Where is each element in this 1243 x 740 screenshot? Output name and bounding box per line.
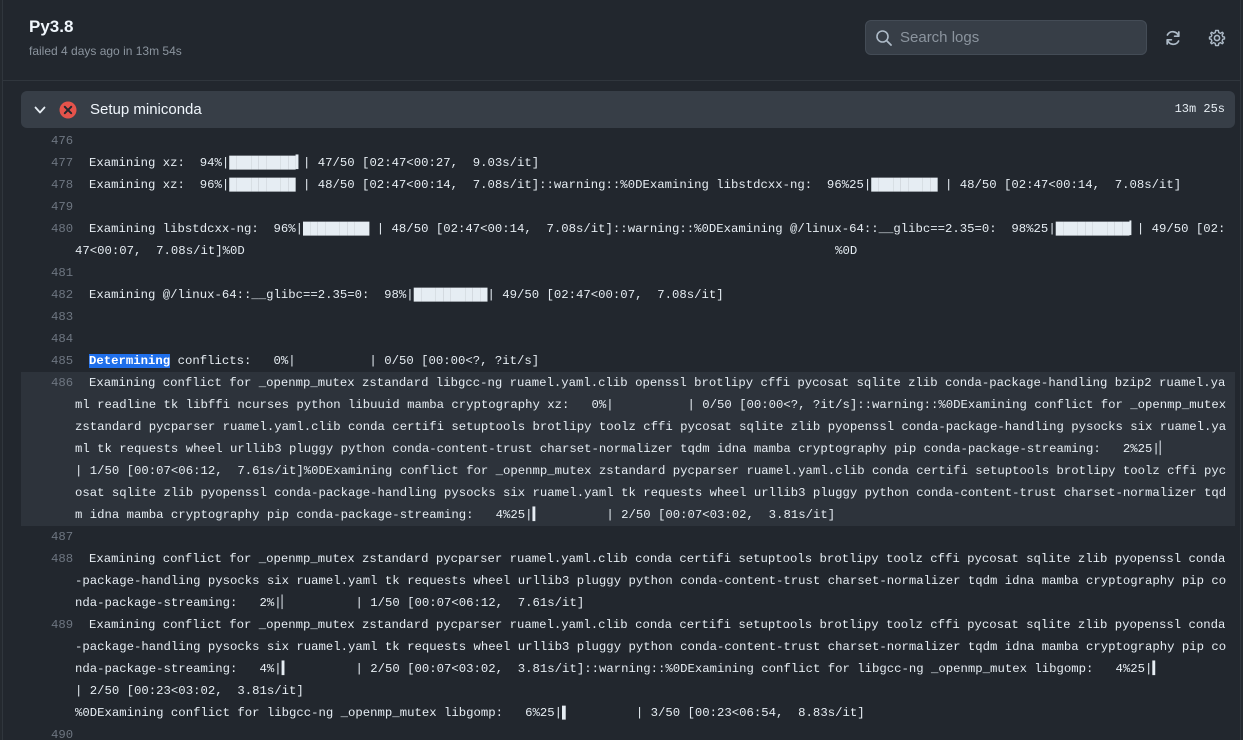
log-line: 488 Examining conflict for _openmp_mutex … bbox=[21, 548, 1235, 614]
log-line: 482 Examining @/linux-64::__glibc==2.35=0… bbox=[21, 284, 1235, 306]
job-status-text: failed 4 days ago in 13m 54s bbox=[29, 44, 182, 58]
log-output: 476 477 Examining xz: 94%|█████████▍| 47/… bbox=[21, 130, 1235, 740]
log-line: 480 Examining libstdcxx-ng: 96%|█████████… bbox=[21, 218, 1235, 262]
log-text: Examining conflict for _openmp_mutex zst… bbox=[75, 552, 1227, 610]
job-header: Py3.8 failed 4 days ago in 13m 54s bbox=[3, 0, 1240, 81]
log-line: 477 Examining xz: 94%|█████████▍| 47/50 [… bbox=[21, 152, 1235, 174]
log-text-rest: conflicts: 0%| | 0/50 [00:00<?, ?it/s] bbox=[170, 354, 540, 368]
log-line: 485 Determining conflicts: 0%| | 0/50 [00… bbox=[21, 350, 1235, 372]
log-line: 479 bbox=[21, 196, 1235, 218]
settings-button[interactable] bbox=[1207, 28, 1227, 48]
refresh-button[interactable] bbox=[1163, 28, 1183, 48]
job-title: Py3.8 bbox=[29, 17, 74, 36]
log-line: 490 bbox=[21, 724, 1235, 740]
search-icon bbox=[876, 30, 892, 46]
log-line: 489 Examining conflict for _openmp_mutex … bbox=[21, 614, 1235, 724]
log-text: Determining conflicts: 0%| | 0/50 [00:00… bbox=[75, 350, 1235, 372]
refresh-icon bbox=[1166, 30, 1180, 46]
log-text: Examining xz: 94%|█████████▍| 47/50 [02:… bbox=[89, 156, 540, 170]
log-text: Examining xz: 96%|█████████ | 48/50 [02:… bbox=[89, 178, 1182, 192]
log-line: 484 bbox=[21, 328, 1235, 350]
log-text: Examining libstdcxx-ng: 96%|█████████ | … bbox=[75, 222, 1226, 258]
log-line: 483 bbox=[21, 306, 1235, 328]
log-line-highlighted: 486 Examining conflict for _openmp_mutex … bbox=[21, 372, 1235, 526]
selected-text[interactable]: Determining bbox=[89, 354, 171, 368]
job-log-panel: Py3.8 failed 4 days ago in 13m 54s Searc… bbox=[2, 0, 1241, 740]
failed-x-icon bbox=[59, 101, 77, 119]
log-line: 478 Examining xz: 96%|█████████ | 48/50 [… bbox=[21, 174, 1235, 196]
log-text: Examining @/linux-64::__glibc==2.35=0: 9… bbox=[89, 288, 724, 302]
step-header-setup-miniconda[interactable]: Setup miniconda 13m 25s bbox=[21, 91, 1235, 128]
step-duration: 13m 25s bbox=[1174, 102, 1225, 116]
gear-icon bbox=[1208, 29, 1226, 47]
log-line: 487 bbox=[21, 526, 1235, 548]
log-line: 481 bbox=[21, 262, 1235, 284]
step-name: Setup miniconda bbox=[90, 101, 202, 118]
search-logs-box[interactable] bbox=[865, 20, 1147, 55]
chevron-down-icon[interactable] bbox=[33, 103, 47, 117]
log-line: 476 bbox=[21, 130, 1235, 152]
search-logs-input[interactable] bbox=[900, 21, 1140, 54]
log-text: Examining conflict for _openmp_mutex zst… bbox=[75, 376, 1234, 522]
log-text: Examining conflict for _openmp_mutex zst… bbox=[75, 618, 1227, 720]
